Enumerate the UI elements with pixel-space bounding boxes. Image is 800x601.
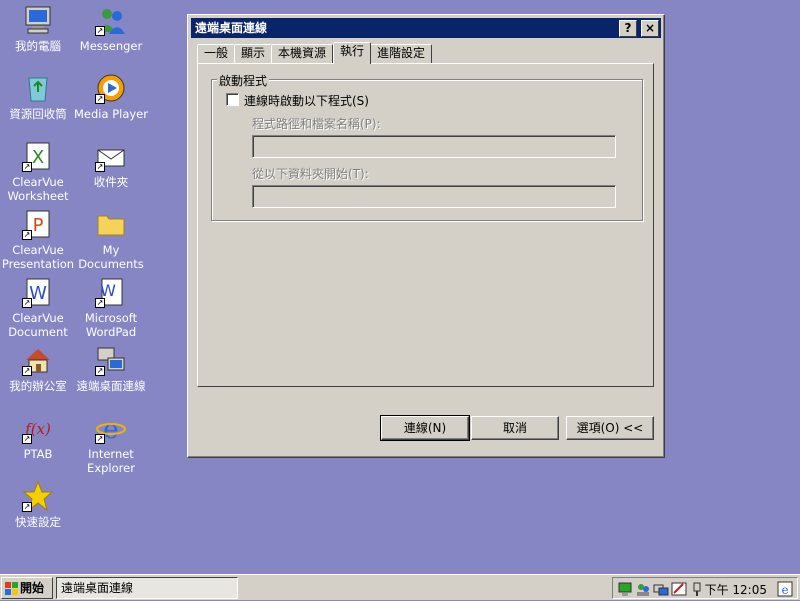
desktop-icon-clearvue-worksheet[interactable]: X ↗ ClearVue Worksheet: [0, 140, 76, 203]
svg-text:e: e: [781, 583, 788, 597]
remote-desktop-dialog: 遠端桌面連線 ? × 一般 顯示 本機資源 執行 進階設定 啟動程式 連線時啟動…: [187, 14, 665, 458]
office-icon: ↗: [22, 344, 54, 376]
desktop-icon-my-office[interactable]: ↗ 我的辦公室: [0, 344, 76, 393]
shortcut-arrow-icon: ↗: [22, 366, 32, 376]
power-plug-icon[interactable]: [689, 581, 705, 597]
program-path-field[interactable]: [252, 135, 616, 158]
shortcut-arrow-icon: ↗: [22, 298, 32, 308]
recycle-bin-icon: [22, 72, 54, 104]
desktop-icon-label: 資源回收筒: [9, 107, 67, 121]
inbox-icon: ↗: [95, 140, 127, 172]
desktop-icon-label: Media Player: [74, 107, 148, 121]
windows-logo-icon: [5, 581, 18, 595]
tab-advanced[interactable]: 進階設定: [370, 44, 432, 63]
desktop-icon-label: Microsoft WordPad: [84, 311, 138, 339]
desktop-icon-ptab[interactable]: f(x) ↗ PTAB: [0, 412, 76, 461]
desktop-icon-label: 收件夾: [93, 175, 129, 189]
window-title: 遠端桌面連線: [195, 21, 268, 35]
remote-desktop-icon: ↗: [95, 344, 127, 376]
desktop-icon-label: ClearVue Presentation: [1, 243, 75, 271]
desktop-icon-clearvue-document[interactable]: W ↗ ClearVue Document: [0, 276, 76, 339]
tab-display[interactable]: 顯示: [234, 44, 272, 63]
desktop-icon-wordpad[interactable]: W ↗ Microsoft WordPad: [73, 276, 149, 339]
desktop-icon-label: 我的電腦: [15, 39, 61, 53]
desktop-icon-inbox[interactable]: ↗ 收件夾: [73, 140, 149, 189]
ie-icon: e ↗: [95, 412, 127, 444]
start-program-checkbox[interactable]: [226, 93, 239, 106]
desktop-icon-label: 快速設定: [15, 515, 61, 529]
ptab-icon: f(x) ↗: [22, 412, 54, 444]
desktop-icon-label: ClearVue Worksheet: [7, 175, 69, 203]
desktop-icon-clearvue-presentation[interactable]: P ↗ ClearVue Presentation: [0, 208, 76, 271]
computer-icon: [22, 4, 54, 36]
desktop-icon-recycle-bin[interactable]: 資源回收筒: [0, 72, 76, 121]
clearvue-worksheet-icon: X ↗: [22, 140, 54, 172]
program-path-label: 程式路徑和檔案名稱(P):: [252, 117, 381, 131]
network-icon[interactable]: [617, 581, 633, 597]
star-icon: ↗: [22, 480, 54, 512]
desktop-icon-label: Internet Explorer: [87, 447, 135, 475]
clearvue-document-icon: W ↗: [22, 276, 54, 308]
desktop-icon-internet-explorer[interactable]: e ↗ Internet Explorer: [73, 412, 149, 475]
tab-programs[interactable]: 執行: [333, 42, 371, 64]
clock: 下午 12:05: [704, 583, 767, 597]
tab-panel-programs: 啟動程式 連線時啟動以下程式(S) 程式路徑和檔案名稱(P): 從以下資料夾開始…: [197, 63, 654, 387]
desktop-icon-media-player[interactable]: ↗ Media Player: [73, 72, 149, 121]
svg-text:X: X: [32, 147, 44, 168]
system-tray: 下午 12:05 e: [612, 577, 798, 599]
messenger-icon: ↗: [95, 4, 127, 36]
shortcut-arrow-icon: ↗: [95, 434, 105, 444]
svg-text:P: P: [33, 215, 44, 236]
start-folder-label: 從以下資料夾開始(T):: [252, 167, 369, 181]
shortcut-arrow-icon: ↗: [22, 162, 32, 172]
svg-text:e: e: [103, 415, 118, 444]
desktop-switch-icon[interactable]: e: [777, 581, 793, 597]
desktop-icon-label: ClearVue Document: [8, 311, 68, 339]
shortcut-arrow-icon: ↗: [22, 230, 32, 240]
close-button[interactable]: ×: [641, 20, 659, 37]
folder-icon: [95, 208, 127, 240]
shortcut-arrow-icon: ↗: [95, 26, 105, 36]
desktop-icon-label: My Documents: [78, 243, 144, 271]
desktop-icon-label: 我的辦公室: [9, 379, 67, 393]
shortcut-arrow-icon: ↗: [95, 162, 105, 172]
taskbar: 開始 遠端桌面連線 下午 12:05 e: [0, 574, 800, 600]
start-label: 開始: [20, 581, 45, 595]
cancel-button[interactable]: 取消: [471, 416, 559, 440]
clearvue-presentation-icon: P ↗: [22, 208, 54, 240]
desktop-icon-label: PTAB: [23, 447, 53, 461]
pen-tray-icon[interactable]: [671, 581, 687, 597]
start-program-group: 啟動程式 連線時啟動以下程式(S) 程式路徑和檔案名稱(P): 從以下資料夾開始…: [211, 72, 643, 221]
wordpad-icon: W ↗: [95, 276, 127, 308]
start-folder-field[interactable]: [252, 185, 616, 208]
media-player-icon: ↗: [95, 72, 127, 104]
tab-general[interactable]: 一般: [197, 44, 235, 63]
title-bar[interactable]: 遠端桌面連線 ? ×: [191, 18, 661, 38]
connection-tray-icon[interactable]: [653, 581, 669, 597]
desktop-icon-quick-settings[interactable]: ↗ 快速設定: [0, 480, 76, 529]
connect-button[interactable]: 連線(N): [380, 415, 470, 441]
shortcut-arrow-icon: ↗: [95, 366, 105, 376]
start-button[interactable]: 開始: [1, 577, 53, 599]
shortcut-arrow-icon: ↗: [95, 94, 105, 104]
desktop-icon-label: 遠端桌面連線: [76, 379, 146, 393]
taskbar-item-remote-desktop[interactable]: 遠端桌面連線: [56, 577, 238, 599]
shortcut-arrow-icon: ↗: [22, 502, 32, 512]
desktop-icon-remote-desktop[interactable]: ↗ 遠端桌面連線: [73, 344, 149, 393]
shortcut-arrow-icon: ↗: [95, 298, 105, 308]
group-label: 啟動程式: [217, 72, 270, 89]
desktop-icon-my-documents[interactable]: My Documents: [73, 208, 149, 271]
start-program-checkbox-label[interactable]: 連線時啟動以下程式(S): [244, 92, 369, 109]
help-button[interactable]: ?: [619, 20, 637, 37]
shortcut-arrow-icon: ↗: [22, 434, 32, 444]
messenger-tray-icon[interactable]: [635, 581, 651, 597]
options-button[interactable]: 選項(O) <<: [566, 416, 654, 440]
tab-local-resources[interactable]: 本機資源: [271, 44, 333, 63]
desktop-icon-my-computer[interactable]: 我的電腦: [0, 4, 76, 53]
desktop-icon-messenger[interactable]: ↗ Messenger: [73, 4, 149, 53]
desktop-icon-label: Messenger: [79, 39, 143, 53]
